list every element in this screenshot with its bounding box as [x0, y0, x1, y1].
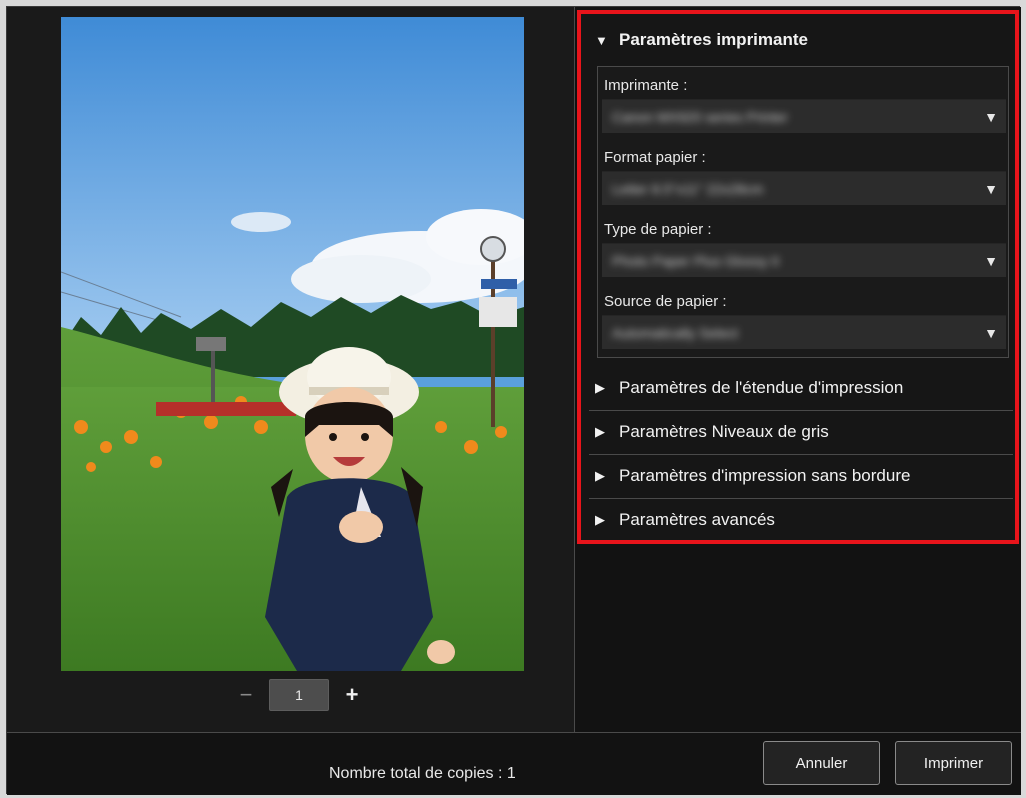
borderless-settings-header[interactable]: ▶ Paramètres d'impression sans bordure: [589, 456, 1009, 496]
print-button[interactable]: Imprimer: [895, 741, 1012, 785]
dropdown-arrow-icon: ▼: [984, 325, 998, 341]
paper-size-label: Format papier :: [604, 149, 706, 166]
section-divider: [589, 410, 1013, 411]
borderless-settings-title: Paramètres d'impression sans bordure: [619, 466, 911, 485]
grayscale-settings-title: Paramètres Niveaux de gris: [619, 422, 829, 441]
preview-pane: − 1 +: [7, 7, 575, 732]
print-preview-photo: [61, 17, 524, 671]
next-page-button[interactable]: +: [341, 684, 363, 706]
paper-size-value: Letter 8.5"x11" 22x28cm: [612, 181, 764, 197]
previous-page-button[interactable]: −: [235, 684, 257, 706]
printer-value: Canon MX920 series Printer: [612, 109, 788, 125]
dropdown-arrow-icon: ▼: [984, 181, 998, 197]
printer-label: Imprimante :: [604, 77, 688, 94]
total-copies-label: Nombre total de copies : 1: [329, 765, 516, 782]
collapsed-triangle-icon: ▶: [595, 468, 605, 483]
section-divider: [589, 498, 1013, 499]
page-number-field[interactable]: 1: [269, 679, 329, 711]
section-divider: [589, 454, 1013, 455]
settings-pane: ▼ Paramètres imprimante Imprimante : Can…: [575, 7, 1021, 732]
settings-highlight-frame: ▼ Paramètres imprimante Imprimante : Can…: [577, 10, 1019, 544]
advanced-settings-header[interactable]: ▶ Paramètres avancés: [589, 500, 1009, 540]
printer-settings-group: Imprimante : Canon MX920 series Printer …: [597, 66, 1009, 358]
collapsed-triangle-icon: ▶: [595, 512, 605, 527]
cancel-button[interactable]: Annuler: [763, 741, 880, 785]
grayscale-settings-header[interactable]: ▶ Paramètres Niveaux de gris: [589, 412, 1009, 452]
media-type-label: Type de papier :: [604, 221, 712, 238]
page-stepper: − 1 +: [235, 679, 363, 711]
print-settings-window: − 1 + ▼ Paramètres imprimante Imprimante…: [6, 6, 1021, 795]
paper-source-label: Source de papier :: [604, 293, 727, 310]
printer-settings-title: Paramètres imprimante: [619, 30, 808, 49]
print-area-settings-header[interactable]: ▶ Paramètres de l'étendue d'impression: [589, 368, 1009, 408]
media-type-value: Photo Paper Plus Glossy II: [612, 253, 780, 269]
printer-settings-header[interactable]: ▼ Paramètres imprimante: [589, 20, 1009, 60]
dropdown-arrow-icon: ▼: [984, 253, 998, 269]
dropdown-arrow-icon: ▼: [984, 109, 998, 125]
print-area-settings-title: Paramètres de l'étendue d'impression: [619, 378, 904, 397]
advanced-settings-title: Paramètres avancés: [619, 510, 775, 529]
printer-select[interactable]: Canon MX920 series Printer ▼: [602, 99, 1006, 133]
paper-source-value: Automatically Select: [612, 325, 739, 341]
paper-size-select[interactable]: Letter 8.5"x11" 22x28cm ▼: [602, 171, 1006, 205]
dialog-footer: Nombre total de copies : 1 Annuler Impri…: [7, 732, 1021, 795]
collapsed-triangle-icon: ▶: [595, 424, 605, 439]
expanded-triangle-icon: ▼: [595, 32, 608, 48]
collapsed-triangle-icon: ▶: [595, 380, 605, 395]
paper-source-select[interactable]: Automatically Select ▼: [602, 315, 1006, 349]
media-type-select[interactable]: Photo Paper Plus Glossy II ▼: [602, 243, 1006, 277]
